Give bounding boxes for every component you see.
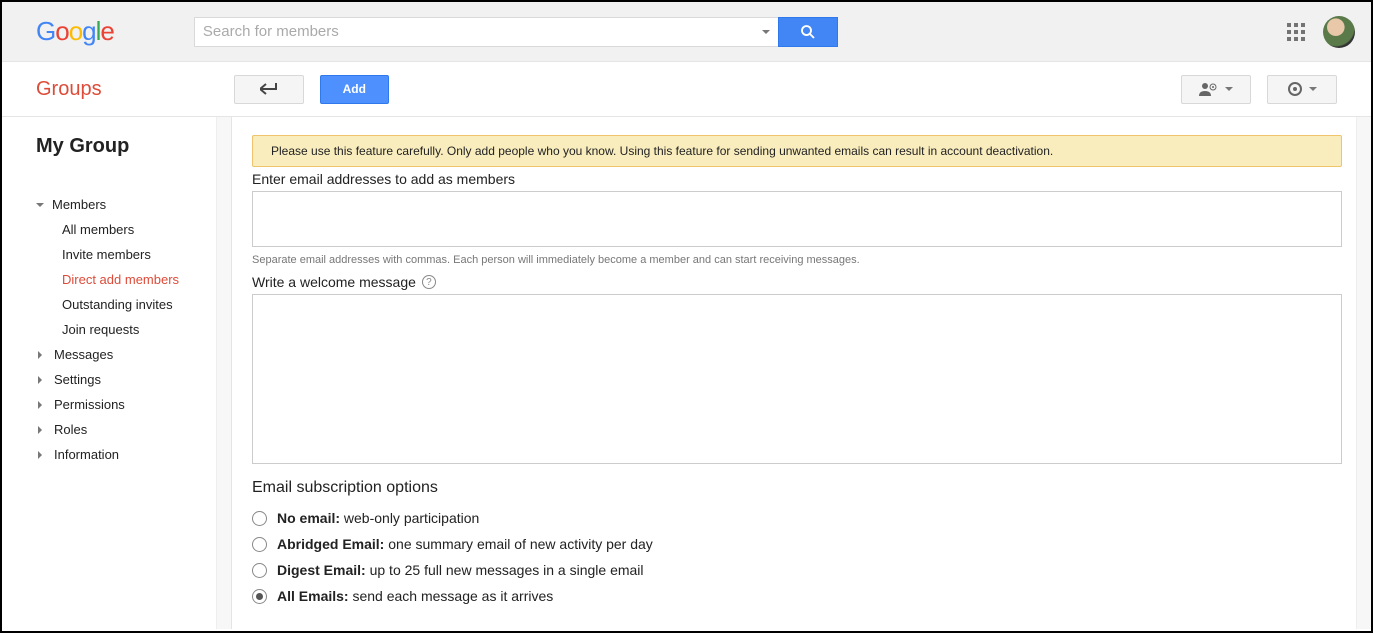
gear-icon bbox=[1287, 81, 1303, 97]
sidebar-item-outstanding-invites[interactable]: Outstanding invites bbox=[62, 292, 231, 317]
chevron-down-icon bbox=[1309, 87, 1317, 91]
search-bar bbox=[194, 17, 838, 47]
radio-no-email[interactable]: No email: web-only participation bbox=[252, 505, 1342, 531]
app-title[interactable]: Groups bbox=[36, 78, 102, 101]
settings-button[interactable] bbox=[1267, 75, 1337, 104]
emails-hint: Separate email addresses with commas. Ea… bbox=[252, 254, 1342, 266]
group-name[interactable]: My Group bbox=[36, 135, 231, 158]
sidebar-item-direct-add-members[interactable]: Direct add members bbox=[62, 267, 231, 292]
help-icon[interactable]: ? bbox=[422, 275, 436, 289]
sidebar-item-roles[interactable]: Roles bbox=[36, 417, 231, 442]
back-button[interactable] bbox=[234, 75, 304, 104]
radio-all-emails[interactable]: All Emails: send each message as it arri… bbox=[252, 583, 1342, 609]
main-scrollbar[interactable] bbox=[1356, 117, 1371, 629]
radio-label: All Emails: send each message as it arri… bbox=[277, 588, 553, 604]
search-icon bbox=[799, 23, 817, 41]
radio-abridged-email[interactable]: Abridged Email: one summary email of new… bbox=[252, 531, 1342, 557]
radio-input[interactable] bbox=[252, 511, 267, 526]
radio-input[interactable] bbox=[252, 589, 267, 604]
radio-digest-email[interactable]: Digest Email: up to 25 full new messages… bbox=[252, 557, 1342, 583]
sidebar-item-information[interactable]: Information bbox=[36, 442, 231, 467]
warning-banner: Please use this feature carefully. Only … bbox=[252, 135, 1342, 167]
sidebar-item-invite-members[interactable]: Invite members bbox=[62, 242, 231, 267]
person-gear-icon bbox=[1199, 82, 1219, 96]
sidebar-scrollbar[interactable] bbox=[216, 117, 231, 629]
apps-icon[interactable] bbox=[1287, 23, 1305, 41]
welcome-label: Write a welcome message bbox=[252, 274, 416, 290]
search-dropdown[interactable] bbox=[754, 17, 778, 47]
avatar[interactable] bbox=[1323, 16, 1355, 48]
main-content: Please use this feature carefully. Only … bbox=[232, 117, 1371, 629]
emails-input[interactable] bbox=[252, 191, 1342, 247]
header: Google bbox=[2, 2, 1371, 62]
welcome-input[interactable] bbox=[252, 294, 1342, 464]
radio-label: Digest Email: up to 25 full new messages… bbox=[277, 562, 644, 578]
sidebar-item-messages[interactable]: Messages bbox=[36, 342, 231, 367]
back-arrow-icon bbox=[260, 83, 278, 95]
radio-label: Abridged Email: one summary email of new… bbox=[277, 536, 653, 552]
sidebar-item-join-requests[interactable]: Join requests bbox=[62, 317, 231, 342]
sidebar-item-permissions[interactable]: Permissions bbox=[36, 392, 231, 417]
radio-label: No email: web-only participation bbox=[277, 510, 479, 526]
radio-input[interactable] bbox=[252, 563, 267, 578]
chevron-down-icon bbox=[1225, 87, 1233, 91]
sidebar-item-settings[interactable]: Settings bbox=[36, 367, 231, 392]
sidebar-item-members[interactable]: Members bbox=[36, 192, 231, 217]
google-logo[interactable]: Google bbox=[36, 16, 114, 47]
chevron-down-icon bbox=[762, 30, 770, 34]
toolbar: Groups Add bbox=[2, 62, 1371, 117]
radio-input[interactable] bbox=[252, 537, 267, 552]
search-button[interactable] bbox=[778, 17, 838, 47]
member-settings-button[interactable] bbox=[1181, 75, 1251, 104]
add-button[interactable]: Add bbox=[320, 75, 389, 104]
sidebar-item-all-members[interactable]: All members bbox=[62, 217, 231, 242]
emails-label: Enter email addresses to add as members bbox=[252, 171, 1342, 187]
subscription-title: Email subscription options bbox=[252, 479, 1342, 497]
sidebar: My Group Members All members Invite memb… bbox=[2, 117, 232, 629]
search-input[interactable] bbox=[194, 17, 754, 47]
